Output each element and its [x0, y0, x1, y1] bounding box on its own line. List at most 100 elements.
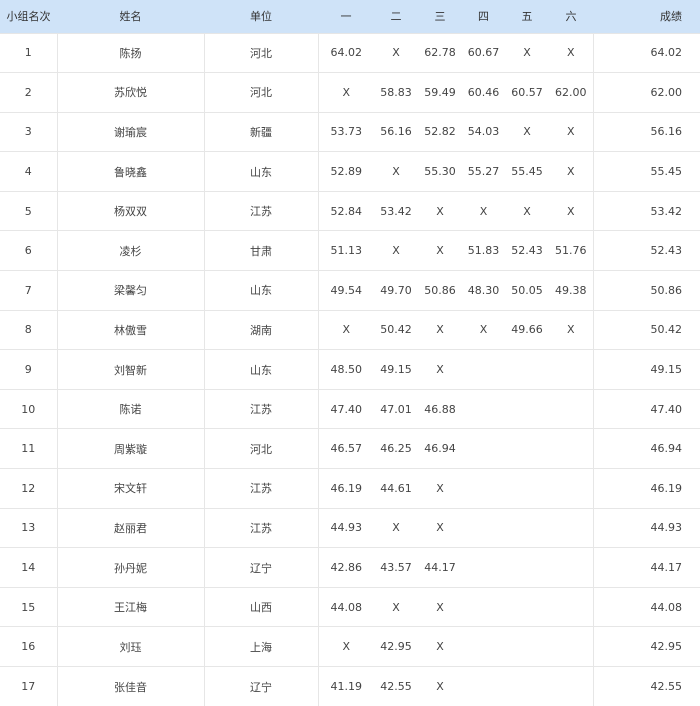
cell-result: 50.42 [593, 310, 700, 350]
cell-attempt-1: 49.54 [318, 271, 374, 311]
cell-unit: 江苏 [204, 389, 318, 429]
cell-attempt-5: X [505, 191, 549, 231]
cell-attempt-5 [505, 667, 549, 706]
cell-attempt-5: 49.66 [505, 310, 549, 350]
cell-attempt-1: 46.19 [318, 469, 374, 509]
table-body: 1陈扬河北64.02X62.7860.67XX64.022苏欣悦河北X58.83… [0, 33, 700, 706]
cell-attempt-3: 50.86 [418, 271, 462, 311]
cell-attempt-5: 55.45 [505, 152, 549, 192]
cell-unit: 甘肃 [204, 231, 318, 271]
cell-attempt-4 [462, 350, 505, 390]
cell-attempt-3: X [418, 310, 462, 350]
cell-result: 56.16 [593, 112, 700, 152]
cell-name: 孙丹妮 [57, 548, 204, 588]
table-row: 5杨双双江苏52.8453.42XXXX53.42 [0, 191, 700, 231]
cell-attempt-6: X [549, 152, 593, 192]
cell-attempt-5 [505, 508, 549, 548]
cell-result: 46.94 [593, 429, 700, 469]
table-row: 12宋文轩江苏46.1944.61X46.19 [0, 469, 700, 509]
cell-attempt-3: X [418, 469, 462, 509]
cell-name: 陈扬 [57, 33, 204, 73]
cell-attempt-6: X [549, 191, 593, 231]
cell-rank: 16 [0, 627, 57, 667]
cell-rank: 17 [0, 667, 57, 706]
header-attempt-5: 五 [505, 0, 549, 33]
cell-unit: 辽宁 [204, 548, 318, 588]
cell-attempt-3: X [418, 508, 462, 548]
cell-attempt-6 [549, 429, 593, 469]
cell-name: 宋文轩 [57, 469, 204, 509]
cell-attempt-5 [505, 350, 549, 390]
cell-name: 张佳音 [57, 667, 204, 706]
cell-attempt-1: 44.08 [318, 587, 374, 627]
cell-attempt-6: 49.38 [549, 271, 593, 311]
cell-result: 44.17 [593, 548, 700, 588]
cell-attempt-4: 60.46 [462, 73, 505, 113]
cell-attempt-6: X [549, 112, 593, 152]
cell-result: 50.86 [593, 271, 700, 311]
cell-attempt-5 [505, 627, 549, 667]
cell-attempt-2: X [374, 508, 418, 548]
cell-attempt-4 [462, 508, 505, 548]
table-row: 17张佳音辽宁41.1942.55X42.55 [0, 667, 700, 706]
table-row: 2苏欣悦河北X58.8359.4960.4660.5762.0062.00 [0, 73, 700, 113]
cell-attempt-5 [505, 429, 549, 469]
cell-attempt-4 [462, 429, 505, 469]
cell-name: 鲁晓鑫 [57, 152, 204, 192]
cell-attempt-4: 55.27 [462, 152, 505, 192]
cell-attempt-6 [549, 667, 593, 706]
cell-unit: 河北 [204, 429, 318, 469]
cell-attempt-5 [505, 389, 549, 429]
cell-name: 林傲雪 [57, 310, 204, 350]
cell-rank: 11 [0, 429, 57, 469]
cell-unit: 新疆 [204, 112, 318, 152]
cell-attempt-4: X [462, 191, 505, 231]
cell-attempt-3: 52.82 [418, 112, 462, 152]
table-row: 1陈扬河北64.02X62.7860.67XX64.02 [0, 33, 700, 73]
cell-rank: 14 [0, 548, 57, 588]
table-row: 8林傲雪湖南X50.42XX49.66X50.42 [0, 310, 700, 350]
cell-attempt-1: 42.86 [318, 548, 374, 588]
cell-attempt-3: 44.17 [418, 548, 462, 588]
cell-attempt-2: 58.83 [374, 73, 418, 113]
cell-attempt-6 [549, 587, 593, 627]
cell-attempt-1: 48.50 [318, 350, 374, 390]
cell-name: 凌杉 [57, 231, 204, 271]
cell-attempt-6 [549, 548, 593, 588]
cell-result: 49.15 [593, 350, 700, 390]
cell-rank: 7 [0, 271, 57, 311]
results-table: 小组名次姓名单位一二三四五六成绩 1陈扬河北64.02X62.7860.67XX… [0, 0, 700, 706]
table-row: 13赵丽君江苏44.93XX44.93 [0, 508, 700, 548]
cell-name: 刘珏 [57, 627, 204, 667]
cell-name: 赵丽君 [57, 508, 204, 548]
table-row: 14孙丹妮辽宁42.8643.5744.1744.17 [0, 548, 700, 588]
cell-result: 52.43 [593, 231, 700, 271]
cell-attempt-2: X [374, 152, 418, 192]
cell-rank: 9 [0, 350, 57, 390]
cell-attempt-1: 46.57 [318, 429, 374, 469]
cell-unit: 山东 [204, 271, 318, 311]
cell-attempt-3: X [418, 587, 462, 627]
cell-rank: 12 [0, 469, 57, 509]
cell-rank: 5 [0, 191, 57, 231]
cell-attempt-3: 55.30 [418, 152, 462, 192]
cell-attempt-1: 41.19 [318, 667, 374, 706]
cell-attempt-3: X [418, 627, 462, 667]
cell-attempt-1: 47.40 [318, 389, 374, 429]
cell-attempt-4: 51.83 [462, 231, 505, 271]
header-attempt-6: 六 [549, 0, 593, 33]
table-row: 7梁馨匀山东49.5449.7050.8648.3050.0549.3850.8… [0, 271, 700, 311]
cell-unit: 河北 [204, 73, 318, 113]
cell-attempt-2: X [374, 587, 418, 627]
cell-unit: 上海 [204, 627, 318, 667]
cell-unit: 江苏 [204, 508, 318, 548]
cell-attempt-5: 50.05 [505, 271, 549, 311]
cell-attempt-1: 51.13 [318, 231, 374, 271]
cell-result: 47.40 [593, 389, 700, 429]
cell-name: 刘智新 [57, 350, 204, 390]
cell-attempt-5: 52.43 [505, 231, 549, 271]
header-result: 成绩 [593, 0, 700, 33]
cell-rank: 10 [0, 389, 57, 429]
cell-attempt-3: X [418, 350, 462, 390]
cell-result: 42.55 [593, 667, 700, 706]
